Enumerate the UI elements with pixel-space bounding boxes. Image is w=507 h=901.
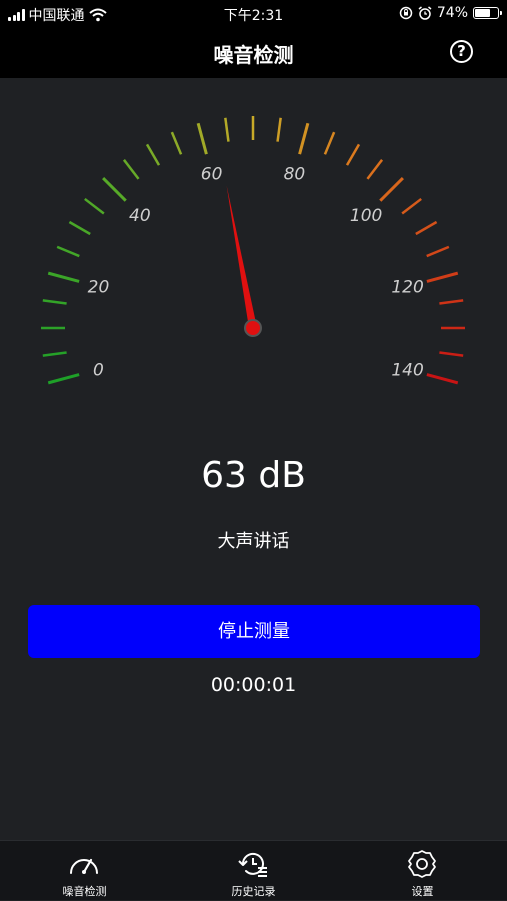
tab-bar: 噪音检测 历史记录 设置 <box>0 840 507 900</box>
gauge-minor-tick <box>145 143 161 166</box>
gauge-minor-tick <box>170 131 183 155</box>
battery-icon <box>473 7 502 19</box>
gauge-major-tick <box>47 271 80 283</box>
gauge-tick-label: 80 <box>284 164 306 184</box>
tab-history[interactable]: 历史记录 <box>169 841 338 901</box>
tab-settings[interactable]: 设置 <box>338 841 507 901</box>
gauge-tick-label: 0 <box>93 360 104 380</box>
gauge-needle-hub <box>244 319 262 337</box>
gauge-minor-tick <box>323 131 336 155</box>
alarm-icon <box>418 6 432 20</box>
tab-label: 设置 <box>411 885 434 898</box>
gauge-major-tick <box>426 271 459 283</box>
elapsed-timer: 00:00:01 <box>210 674 297 696</box>
history-icon <box>238 852 267 877</box>
gauge-minor-tick <box>224 117 230 142</box>
gauge-minor-tick <box>439 351 464 357</box>
tab-label: 噪音检测 <box>62 885 107 898</box>
status-right: 74% <box>399 5 502 21</box>
gauge-tick-label: 60 <box>201 164 223 184</box>
gauge-minor-tick <box>366 159 384 180</box>
gauge-minor-tick <box>56 245 80 258</box>
gauge-minor-tick <box>426 245 450 258</box>
status-bar: 中国联通 下午2:31 74% <box>0 0 507 28</box>
help-button[interactable]: ? <box>450 40 473 63</box>
gauge-minor-tick <box>68 220 91 236</box>
gauge-major-tick <box>196 122 208 155</box>
speedometer-icon <box>70 858 98 874</box>
tab-label: 历史记录 <box>231 885 276 898</box>
gauge-tick-label: 40 <box>129 206 151 226</box>
gear-icon <box>408 850 436 878</box>
battery-percent: 74% <box>436 5 468 21</box>
page-title: 噪音检测 <box>213 43 294 67</box>
nav-bar: 噪音检测 ? <box>0 28 507 78</box>
gauge-minor-tick <box>84 197 105 215</box>
gauge-minor-tick <box>401 197 422 215</box>
decibel-reading: 63 dB <box>201 455 306 496</box>
gauge-tick-label: 120 <box>391 278 423 298</box>
gauge-minor-tick <box>42 299 67 305</box>
gauge-tick-label: 140 <box>391 360 423 380</box>
gauge-minor-tick <box>276 117 282 142</box>
gauge-minor-tick <box>345 143 361 166</box>
noise-description: 大声讲话 <box>217 531 290 552</box>
gauge-needle <box>226 185 257 329</box>
gauge-major-tick <box>102 177 127 202</box>
rotation-lock-icon <box>399 6 413 20</box>
gauge-major-tick <box>47 373 80 385</box>
gauge-minor-tick <box>439 299 464 305</box>
gauge-major-tick <box>426 373 459 385</box>
sound-level-gauge: 0 20 40 60 80 100 120 140 <box>41 116 465 385</box>
gauge-tick-label: 20 <box>88 278 110 298</box>
tab-noise-detection[interactable]: 噪音检测 <box>0 841 169 901</box>
gauge-major-tick <box>298 122 310 155</box>
gauge-minor-tick <box>415 220 438 236</box>
gauge-minor-tick <box>122 159 140 180</box>
gauge-major-tick <box>379 177 404 202</box>
gauge-tick-label: 100 <box>350 206 382 226</box>
gauge-minor-tick <box>42 351 67 357</box>
stop-measurement-button[interactable]: 停止测量 <box>28 605 480 658</box>
